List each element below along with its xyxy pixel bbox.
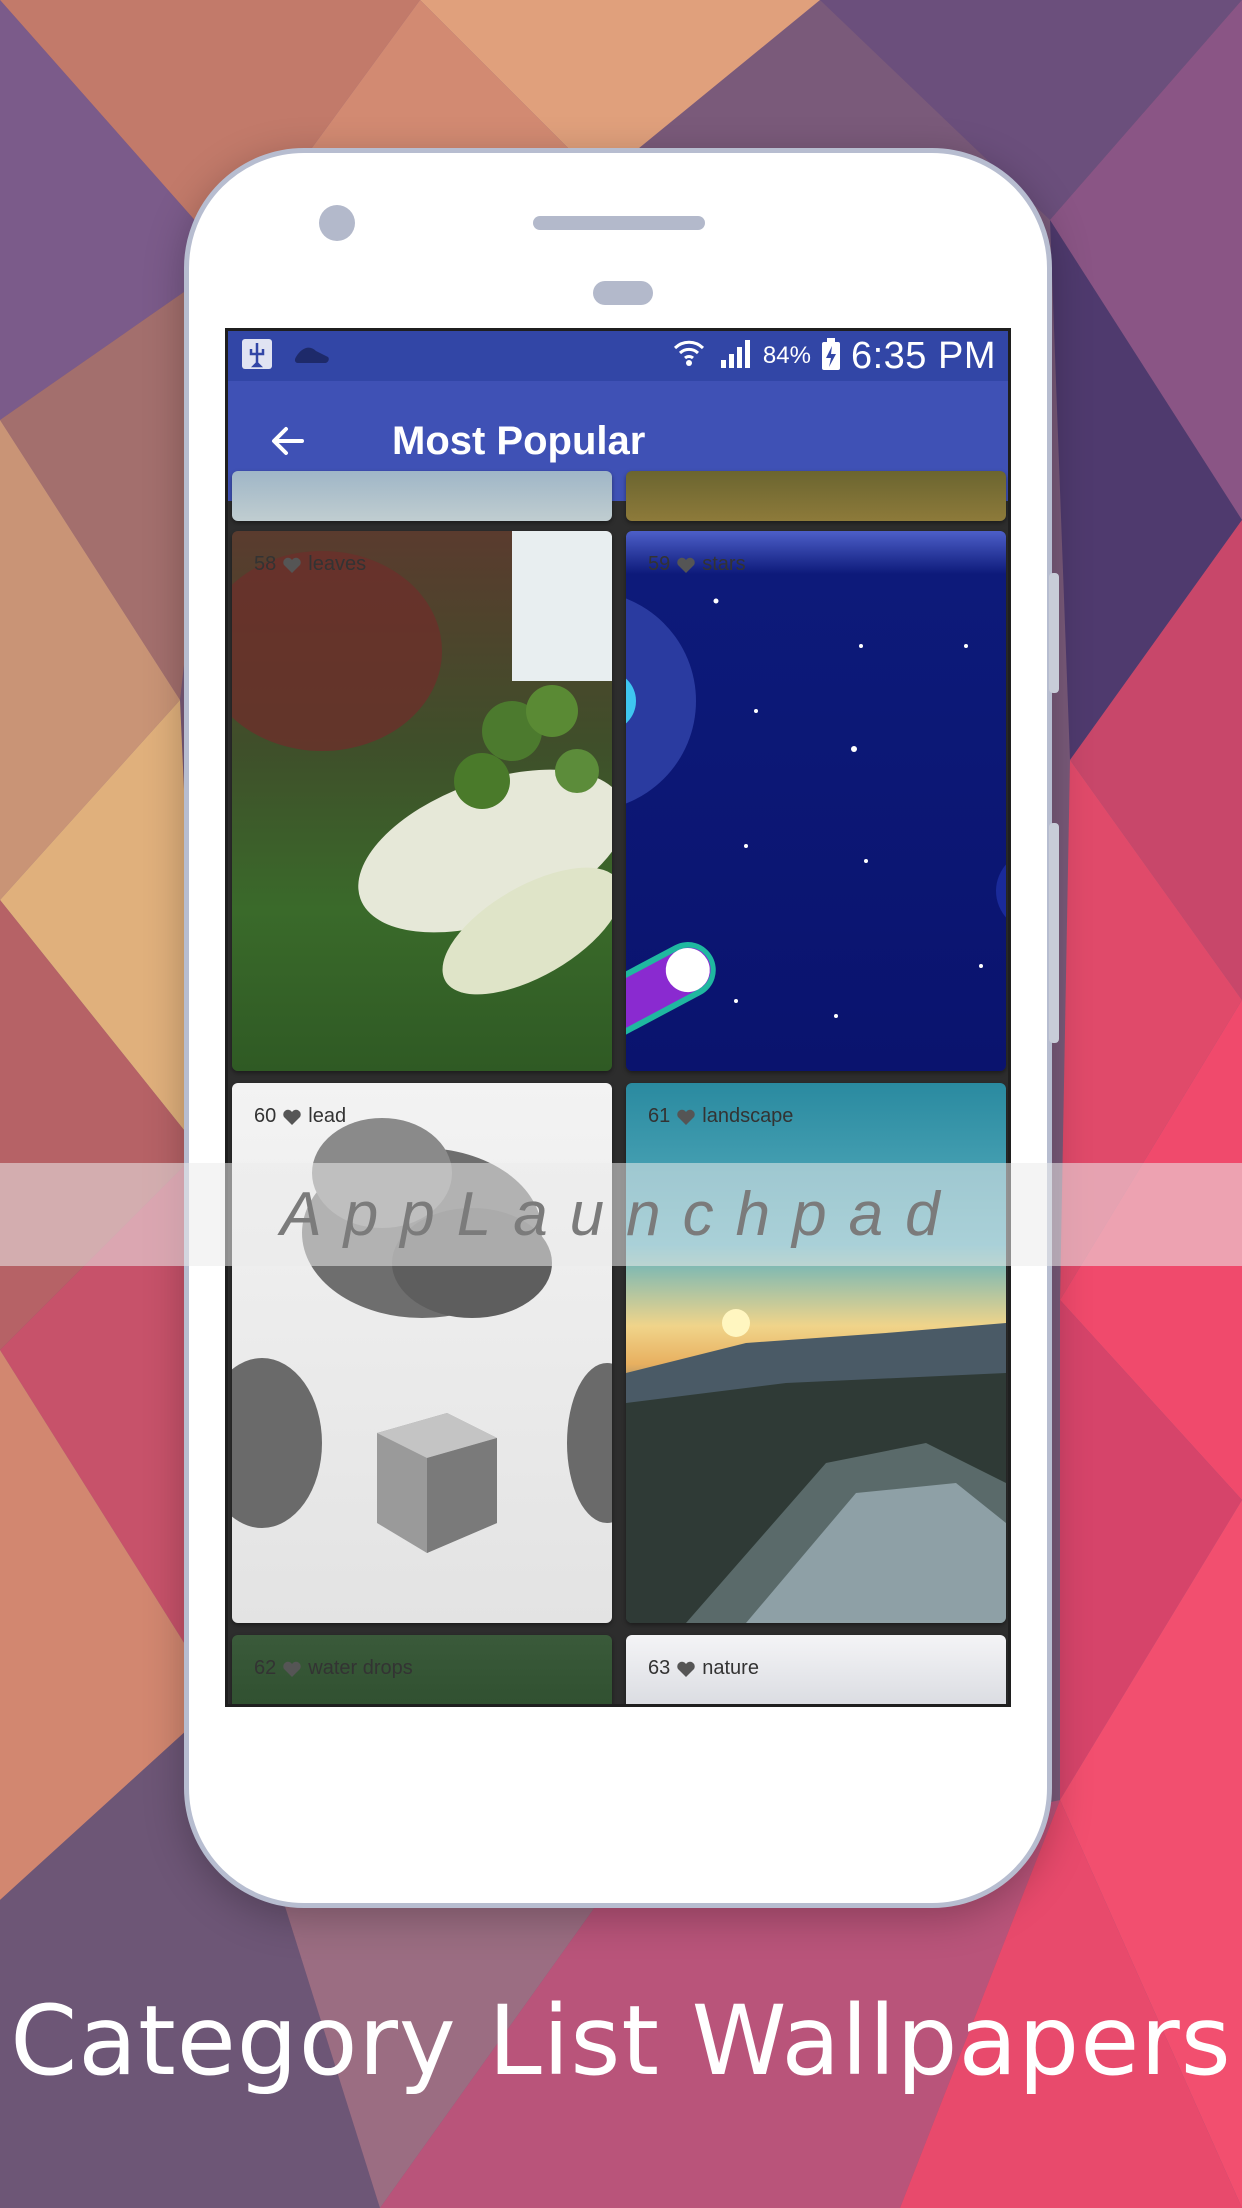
- leaves-image: [232, 531, 612, 995]
- tile-label: lead: [308, 1105, 347, 1127]
- stars-image: [626, 598, 1006, 1043]
- tile-number: 58: [254, 553, 277, 575]
- heart-icon: [283, 557, 301, 573]
- wallpaper-tile[interactable]: 62 water drops: [232, 1635, 612, 1704]
- wifi-icon: [671, 336, 707, 377]
- phone-screen: 84% 6:35 PM Most Popular 58 leaves 59 st…: [225, 328, 1011, 1707]
- heart-icon: [677, 1661, 695, 1677]
- usb-icon: [240, 337, 274, 376]
- page-title: Most Popular: [392, 418, 646, 463]
- heart-icon: [677, 1109, 695, 1125]
- earpiece-speaker: [533, 216, 705, 230]
- side-button-top: [1049, 573, 1059, 693]
- status-time: 6:35 PM: [850, 334, 996, 377]
- tile-label: landscape: [702, 1105, 794, 1127]
- tile-label: leaves: [308, 553, 367, 575]
- battery-charging-icon: [821, 337, 841, 376]
- status-bar: 84% 6:35 PM: [228, 331, 1008, 381]
- tile-number: 61: [648, 1105, 671, 1127]
- wallpaper-grid[interactable]: 58 leaves 59 stars 60 lead 61 landscape …: [228, 471, 1008, 1704]
- wallpaper-tile-partial-right[interactable]: [626, 471, 1006, 521]
- wallpaper-tile[interactable]: 63 nature: [626, 1635, 1006, 1704]
- front-camera: [319, 205, 355, 241]
- promo-caption: Category List Wallpapers: [10, 1985, 1232, 2097]
- proximity-sensor: [593, 281, 653, 305]
- side-button-bottom: [1049, 823, 1059, 1043]
- signal-icon: [717, 336, 753, 377]
- wallpaper-tile[interactable]: 59 stars: [626, 531, 1006, 1071]
- wallpaper-tile[interactable]: 58 leaves: [232, 531, 612, 1071]
- back-button[interactable]: [256, 409, 320, 473]
- tile-label: nature: [702, 1657, 759, 1679]
- wallpaper-tile-partial-left[interactable]: [232, 471, 612, 521]
- heart-icon: [283, 1661, 301, 1677]
- arrow-back-icon: [272, 427, 304, 455]
- tile-number: 59: [648, 553, 671, 575]
- heart-icon: [677, 557, 695, 573]
- tile-number: 62: [254, 1657, 277, 1679]
- footprint-icon: [292, 339, 332, 374]
- tile-label: water drops: [308, 1657, 413, 1679]
- battery-percent: 84%: [762, 342, 811, 369]
- watermark-banner: AppLaunchpad: [0, 1163, 1242, 1266]
- tile-number: 63: [648, 1657, 671, 1679]
- tile-label: stars: [702, 553, 746, 575]
- heart-icon: [283, 1109, 301, 1125]
- tile-number: 60: [254, 1105, 277, 1127]
